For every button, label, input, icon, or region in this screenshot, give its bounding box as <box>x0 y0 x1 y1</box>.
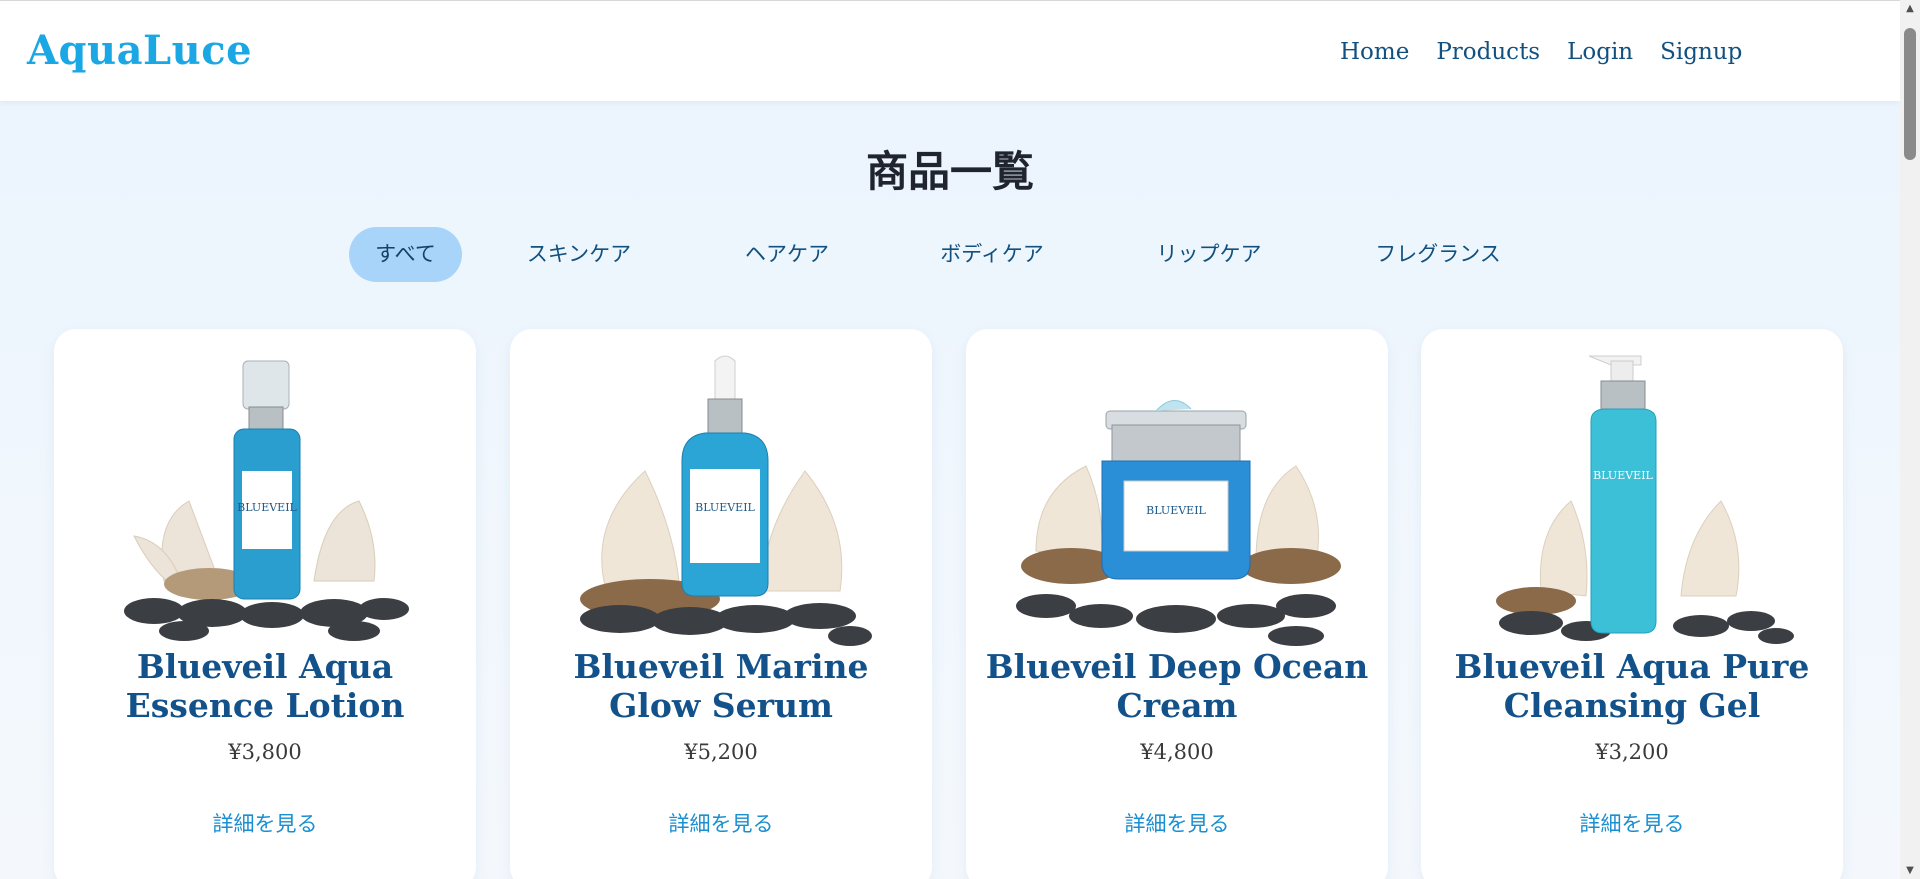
tab-bodycare[interactable]: ボディケア <box>922 227 1062 282</box>
product-price: ¥3,200 <box>1595 740 1669 764</box>
nav-login-link[interactable]: Login <box>1567 39 1633 65</box>
main-nav: Home Products Login Signup <box>1340 39 1769 65</box>
tab-skincare[interactable]: スキンケア <box>509 227 649 282</box>
site-logo[interactable]: AquaLuce <box>27 27 252 74</box>
view-details-link[interactable]: 詳細を見る <box>966 808 1388 838</box>
cleansing-gel-pump-image: BLUEVEIL <box>1496 355 1794 644</box>
scroll-down-arrow-icon[interactable]: ▼ <box>1900 862 1920 879</box>
product-price: ¥5,200 <box>684 740 758 764</box>
site-header: AquaLuce Home Products Login Signup <box>0 0 1900 101</box>
vertical-scrollbar[interactable]: ▲ ▼ <box>1900 0 1920 879</box>
product-price: ¥3,800 <box>228 740 302 764</box>
lotion-bottle-image: BLUEVEIL <box>124 360 409 641</box>
tab-haircare[interactable]: ヘアケア <box>727 227 847 282</box>
product-name: Blueveil Marine Glow Serum <box>573 647 869 725</box>
browser-viewport: AquaLuce Home Products Login Signup 商品一覧… <box>0 0 1920 879</box>
brand-label: BLUEVEIL <box>1146 504 1206 517</box>
cream-jar-image: BLUEVEIL <box>1016 400 1341 646</box>
product-card[interactable]: BLUEVEIL Blueveil Marine Glow Serum ¥5,2… <box>510 329 932 879</box>
tab-all[interactable]: すべて <box>349 227 462 282</box>
page: AquaLuce Home Products Login Signup 商品一覧… <box>0 0 1900 879</box>
brand-label: BLUEVEIL <box>237 501 297 514</box>
category-tabs: すべて スキンケア ヘアケア ボディケア リップケア フレグランス <box>0 227 1900 282</box>
view-details-link[interactable]: 詳細を見る <box>1421 808 1843 838</box>
tab-lipcare[interactable]: リップケア <box>1139 227 1279 282</box>
view-details-link[interactable]: 詳細を見る <box>54 808 476 838</box>
serum-dropper-image: BLUEVEIL <box>580 355 872 646</box>
nav-home-link[interactable]: Home <box>1340 39 1409 65</box>
product-name: Blueveil Deep Ocean Cream <box>985 647 1369 725</box>
tab-fragrance[interactable]: フレグランス <box>1360 227 1516 282</box>
product-card[interactable]: BLUEVEIL Blueveil Aqua Pure Cleansing Ge… <box>1421 329 1843 879</box>
product-card[interactable]: BLUEVEIL Blueveil Aqua Essence Lotion ¥3… <box>54 329 476 879</box>
nav-signup-link[interactable]: Signup <box>1660 39 1742 65</box>
product-card[interactable]: BLUEVEIL Blueveil Deep Ocean Cream ¥4,80… <box>966 329 1388 879</box>
brand-label: BLUEVEIL <box>1593 469 1653 482</box>
page-title: 商品一覧 <box>865 147 1034 196</box>
scroll-thumb[interactable] <box>1904 28 1916 160</box>
nav-products-link[interactable]: Products <box>1436 39 1540 65</box>
scroll-up-arrow-icon[interactable]: ▲ <box>1900 0 1920 17</box>
brand-label: BLUEVEIL <box>695 501 755 514</box>
view-details-link[interactable]: 詳細を見る <box>510 808 932 838</box>
product-price: ¥4,800 <box>1140 740 1214 764</box>
product-name: Blueveil Aqua Essence Lotion <box>125 647 405 725</box>
product-name: Blueveil Aqua Pure Cleansing Gel <box>1454 647 1810 725</box>
